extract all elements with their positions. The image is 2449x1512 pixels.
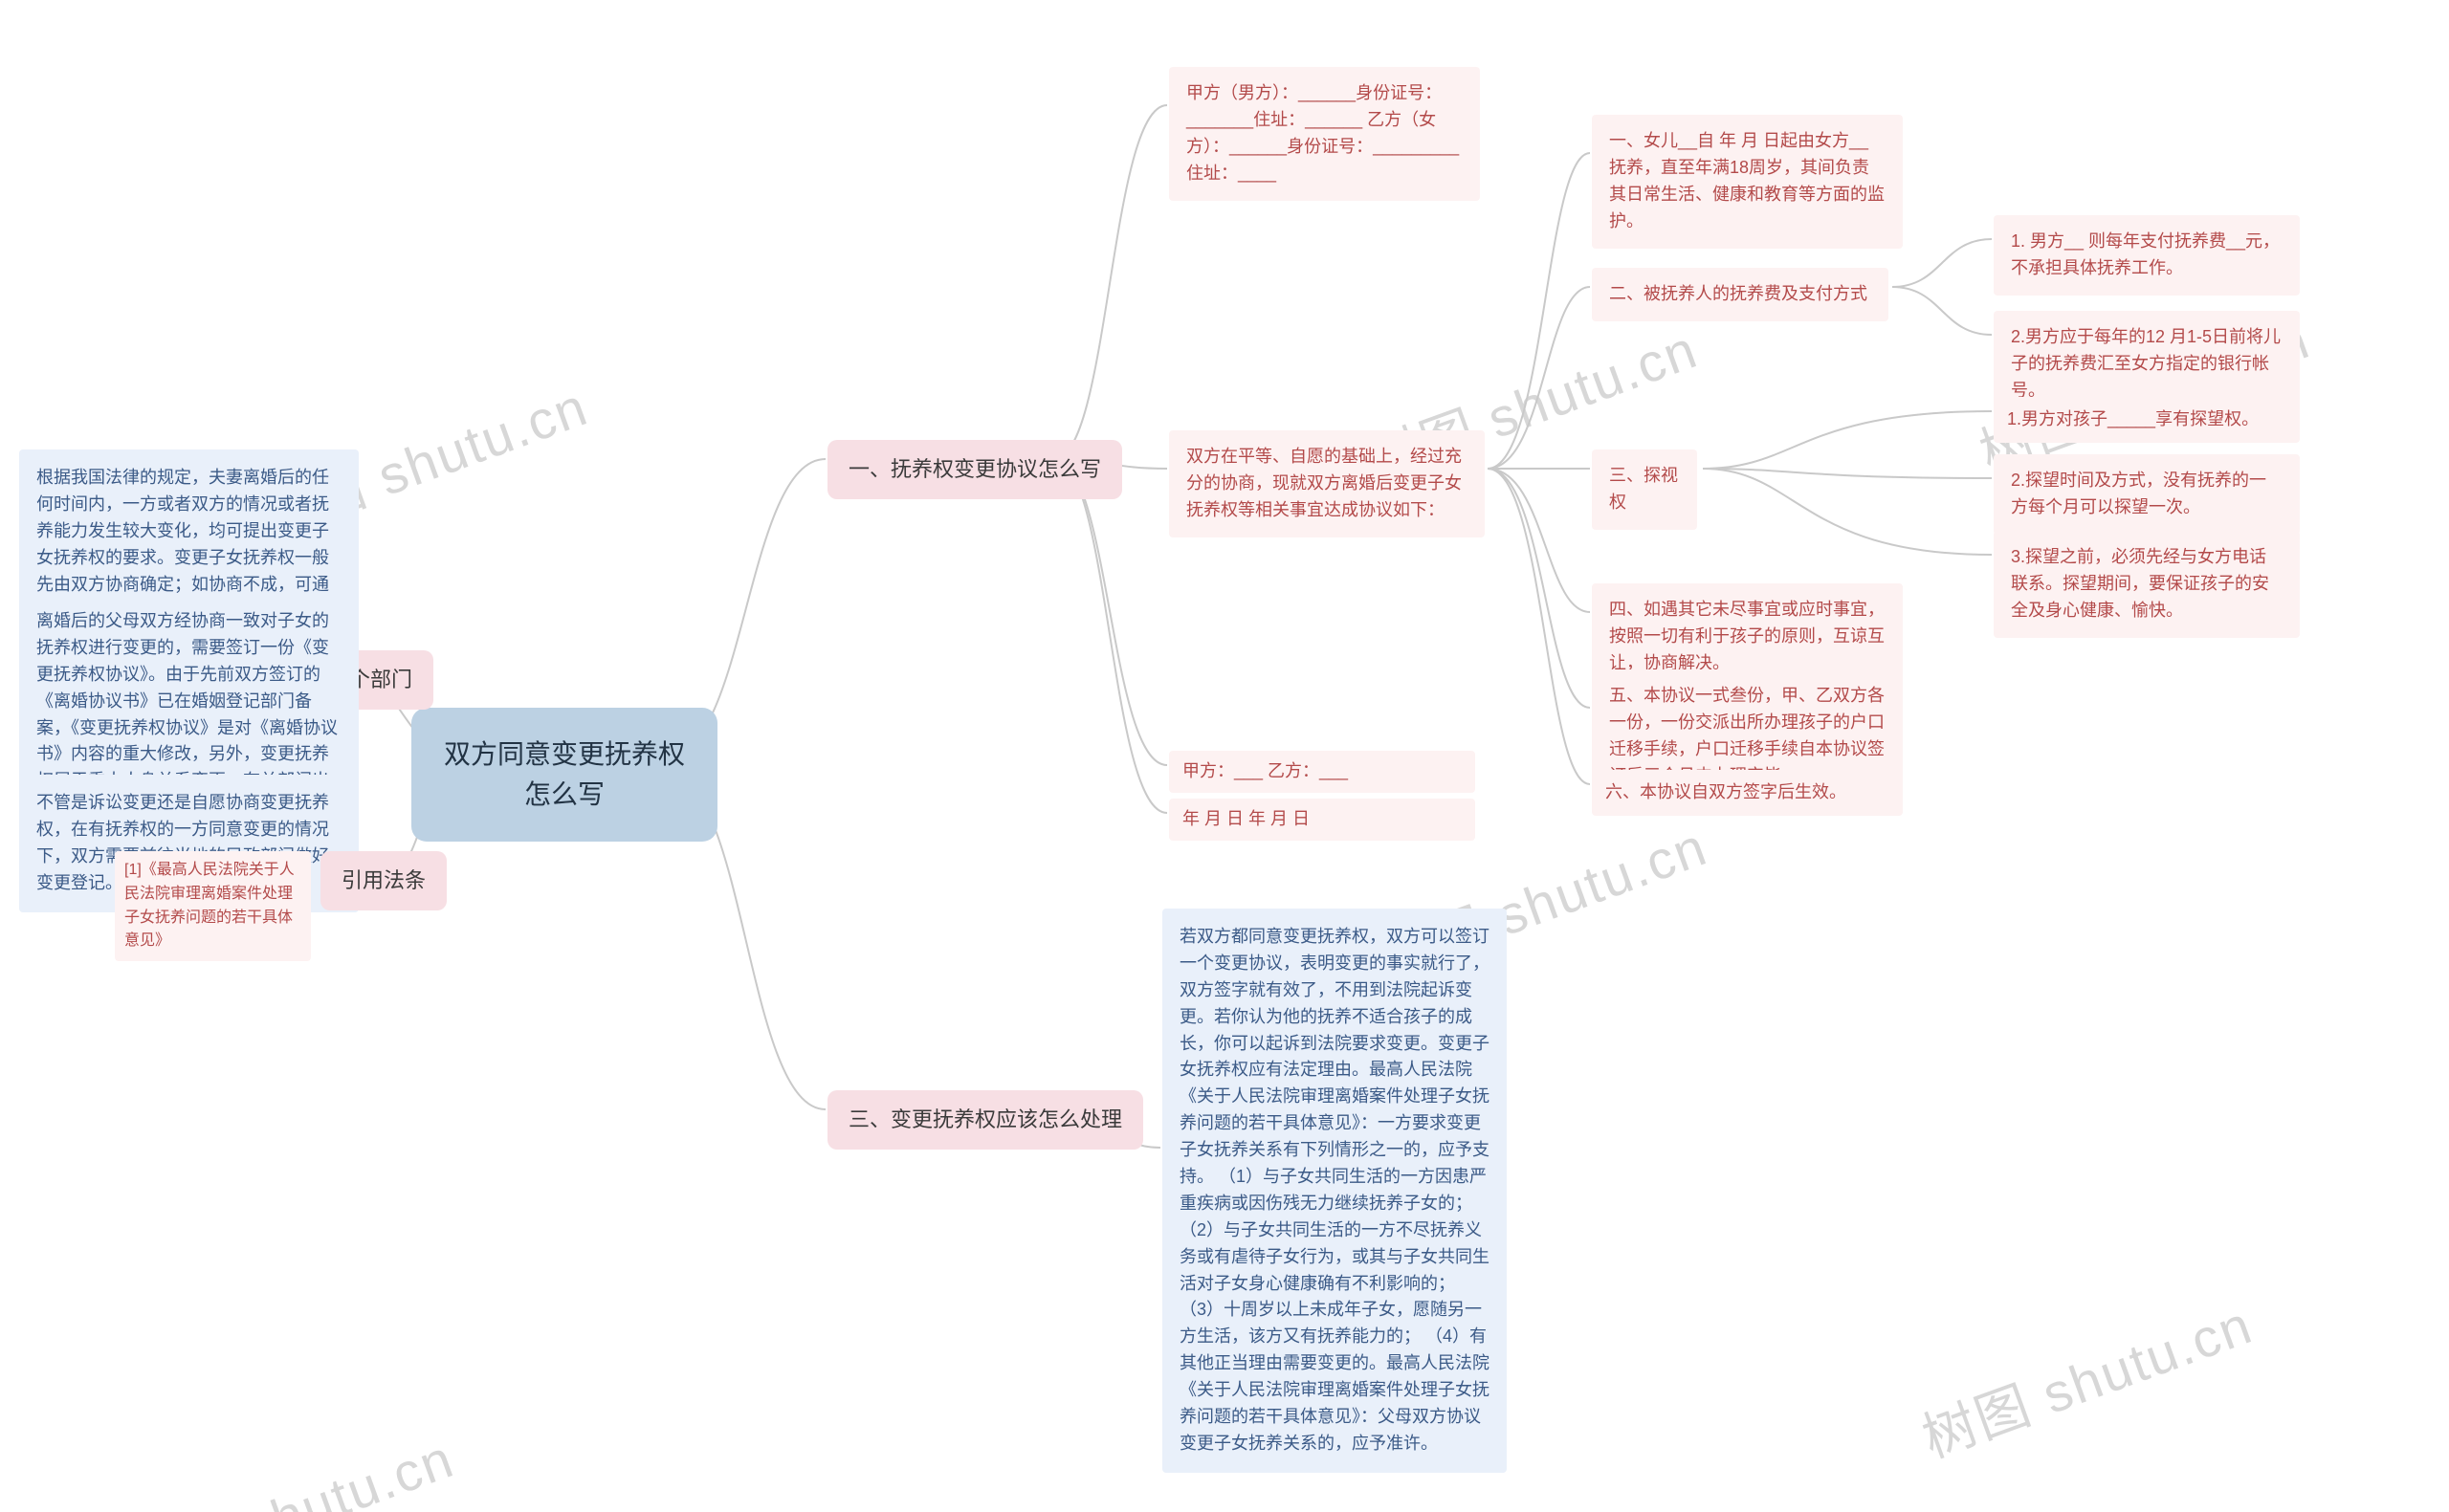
article-3-sub-3: 3.探望之前，必须先经与女方电话联系。探望期间，要保证孩子的安全及身心健康、愉快… (1994, 531, 2300, 638)
parties-header: 甲方（男方）：______身份证号：_______住址：______ 乙方（女方… (1169, 67, 1480, 201)
article-1: 一、女儿__自 年 月 日起由女方__抚养，直至年满18周岁，其间负责其日常生活… (1592, 115, 1903, 249)
article-2-sub-1: 1. 男方__ 则每年支付抚养费__元，不承担具体抚养工作。 (1994, 215, 2300, 296)
signature-line: 甲方：___ 乙方：___ (1169, 751, 1475, 793)
article-3-sub-1: 1.男方对孩子_____享有探望权。 (1994, 397, 2300, 443)
article-6: 六、本协议自双方签字后生效。 (1592, 770, 1903, 816)
root-node[interactable]: 双方同意变更抚养权怎么写 (411, 708, 717, 842)
article-3-sub-2: 2.探望时间及方式，没有抚养的一方每个月可以探望一次。 (1994, 454, 2300, 535)
cite-text: [1]《最高人民法院关于人民法院审理离婚案件处理子女抚养问题的若干具体意见》 (115, 851, 311, 961)
article-3-title: 三、探视权 (1592, 449, 1697, 530)
branch-3-text: 若双方都同意变更抚养权，双方可以签订一个变更协议，表明变更的事实就行了，双方签字… (1162, 909, 1507, 1473)
branch-3-title[interactable]: 三、变更抚养权应该怎么处理 (827, 1090, 1143, 1150)
date-line: 年 月 日 年 月 日 (1169, 799, 1475, 841)
branch-cite-title[interactable]: 引用法条 (320, 851, 447, 910)
article-2-title: 二、被抚养人的抚养费及支付方式 (1592, 268, 1888, 321)
preamble: 双方在平等、自愿的基础上，经过充分的协商，现就双方离婚后变更子女抚养权等相关事宜… (1169, 430, 1485, 537)
branch-1-title[interactable]: 一、抚养权变更协议怎么写 (827, 440, 1122, 499)
watermark: 树图 shutu.cn (112, 1416, 463, 1512)
watermark: 树图 shutu.cn (1910, 1282, 2261, 1474)
